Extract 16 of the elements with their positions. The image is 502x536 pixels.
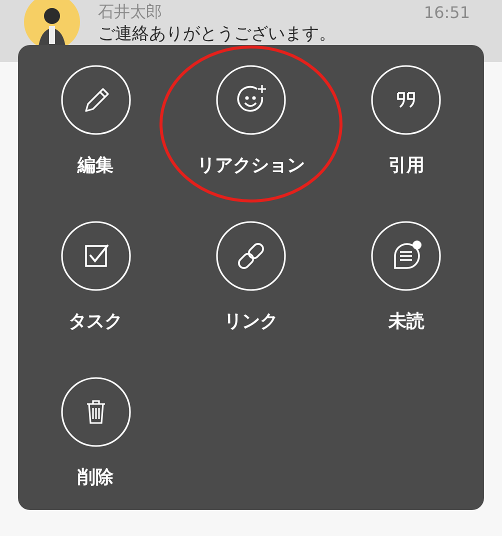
link-button[interactable]: リンク — [216, 221, 286, 333]
chat-bubble-icon — [371, 221, 442, 291]
delete-button[interactable]: 削除 — [60, 377, 131, 489]
sender-name: 石井太郎 — [98, 2, 162, 22]
unread-button[interactable]: 未読 — [371, 221, 442, 333]
smiley-plus-icon — [216, 65, 286, 135]
task-button[interactable]: タスク — [60, 221, 131, 333]
edit-button[interactable]: 編集 — [60, 65, 131, 177]
quote-icon — [371, 65, 442, 135]
link-icon — [216, 221, 286, 291]
message-time: 16:51 — [424, 2, 470, 22]
pencil-icon — [60, 65, 131, 135]
quote-button[interactable]: 引用 — [371, 65, 442, 177]
message-text: ご連絡ありがとうございます。 — [98, 24, 337, 44]
trash-icon — [60, 377, 131, 447]
checkbox-icon — [60, 221, 131, 291]
